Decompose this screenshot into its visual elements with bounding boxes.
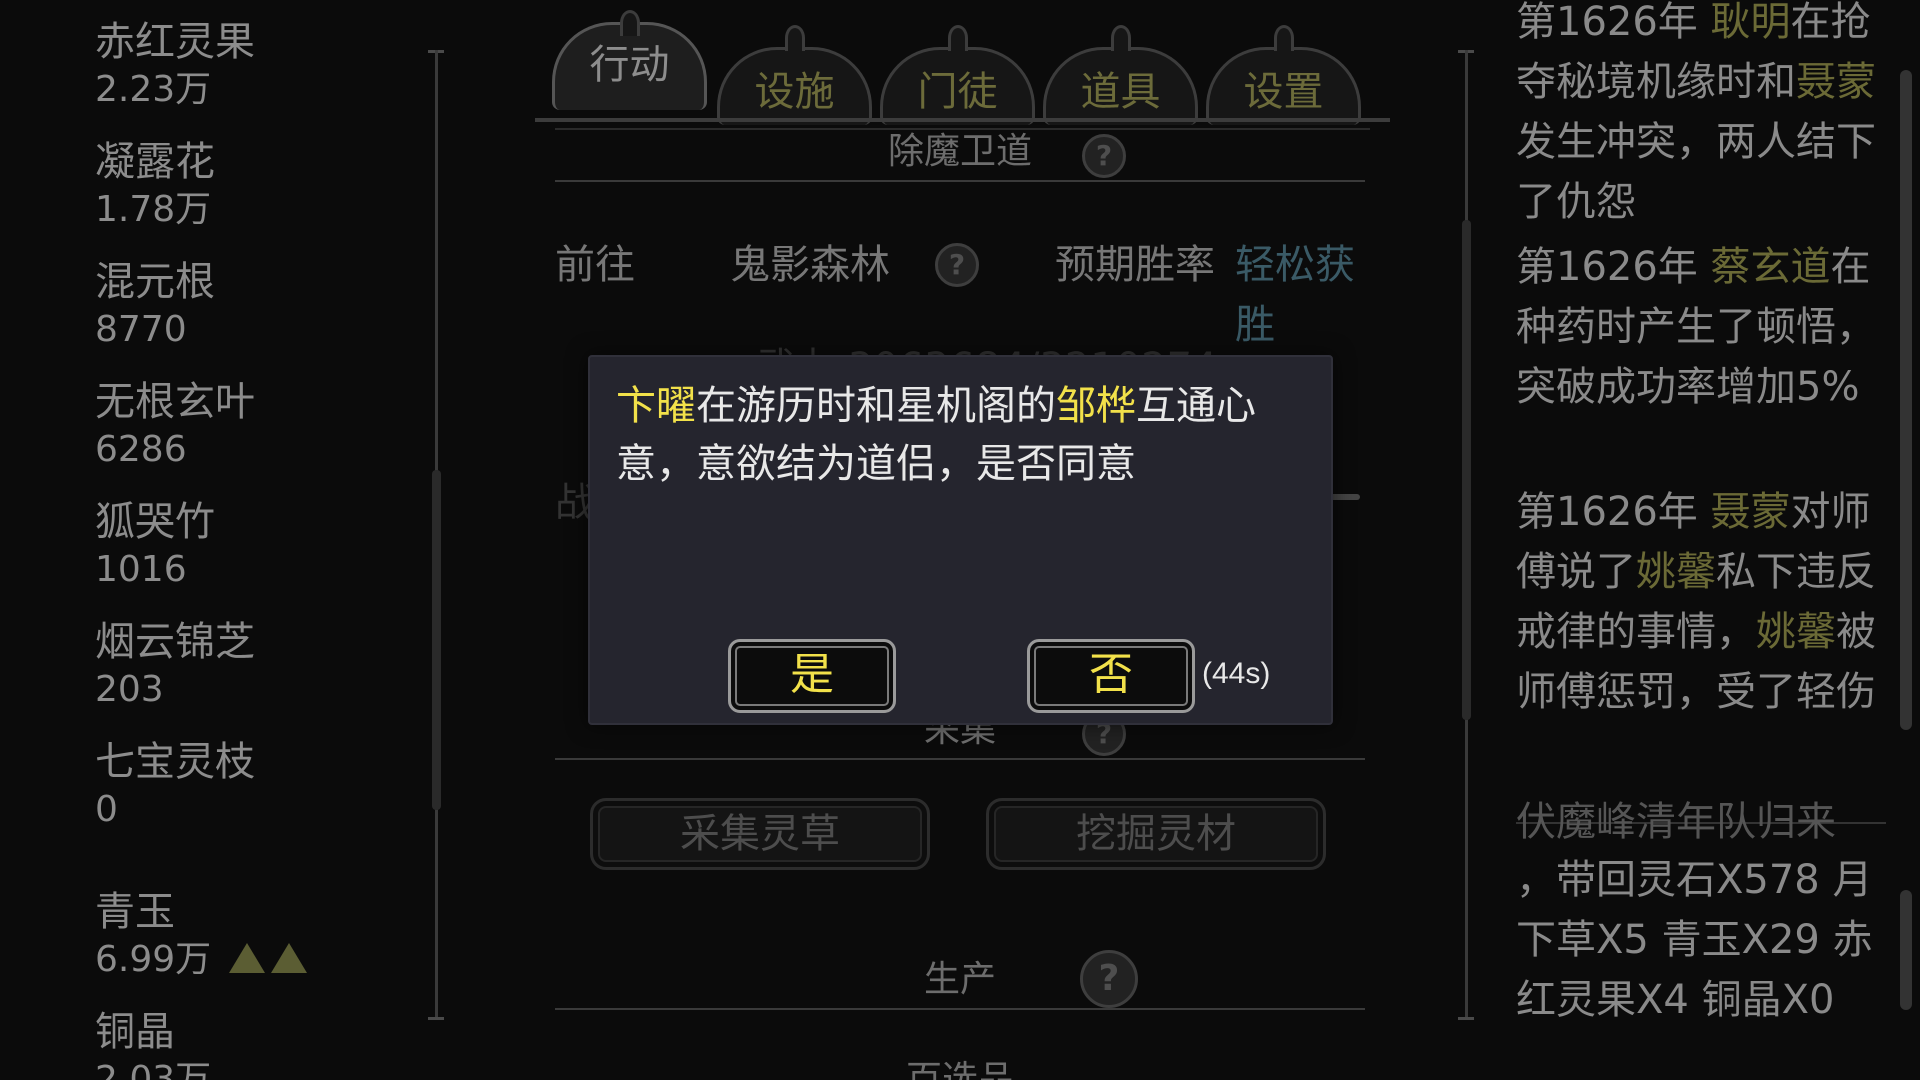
log-entry: 第1626年 耿明在抢夺秘境机缘时和聂蒙发生冲突，两人结下了仇怨 xyxy=(1516,0,1896,232)
tab-ornament xyxy=(620,10,640,36)
resource-name: 凝露花 xyxy=(95,139,215,185)
log-entry: ，带回灵石X578 月下草X5 青玉X29 赤红灵果X4 铜晶X0 xyxy=(1516,857,1873,1023)
resource-name: 七宝灵枝 xyxy=(95,739,255,785)
goto-label: 前往 xyxy=(555,242,635,288)
resource-item: 凝露花 1.78万 xyxy=(95,138,215,234)
tab-items[interactable]: 道具 xyxy=(1043,25,1198,125)
tab-label: 设施 xyxy=(754,69,835,115)
resource-value: 8770 xyxy=(95,309,187,350)
tab-label: 道具 xyxy=(1080,69,1161,115)
resource-item: 铜晶 2.03万 xyxy=(95,1008,211,1080)
section-divider xyxy=(555,1008,1365,1010)
section-divider xyxy=(555,180,1365,182)
tab-bar: 行动 设施 门徒 道具 设置 xyxy=(520,10,1400,135)
resource-name: 混元根 xyxy=(95,259,215,305)
partner-name: 邹桦 xyxy=(1056,383,1136,429)
left-scrollbar[interactable] xyxy=(428,50,444,1020)
section-title: 除魔卫道 xyxy=(887,131,1032,172)
dialog-message: 卞曜在游历时和星机阁的邹桦互通心意，意欲结为道侣，是否同意 xyxy=(616,377,1316,493)
gather-herbs-button[interactable]: 采集灵草 xyxy=(590,798,930,870)
section-title: 生产 xyxy=(923,959,996,1000)
resource-name: 赤红灵果 xyxy=(95,19,255,65)
log-text: 发生冲突，两人结下了仇怨 xyxy=(1516,119,1876,225)
resource-value: 2.03万 xyxy=(95,1059,212,1080)
log-person: 聂蒙 xyxy=(1796,59,1876,105)
log-edge-scrollbar[interactable] xyxy=(1900,70,1912,730)
resource-value: 6.99万 xyxy=(95,936,308,984)
log-year: 第1626年 xyxy=(1516,489,1711,535)
confirm-dialog: 卞曜在游历时和星机阁的邹桦互通心意，意欲结为道侣，是否同意 是 否 (44s) xyxy=(588,355,1333,725)
help-icon[interactable]: ? xyxy=(935,243,979,287)
expedition-row: 前往 鬼影森林 ? 预期胜率 轻松获胜 xyxy=(555,235,1385,348)
winrate-label: 预期胜率 xyxy=(1055,242,1215,288)
section-header-next: 百选品 xyxy=(555,1050,1365,1080)
resource-value: 2.23万 xyxy=(95,69,212,110)
log-entry-header: 伏魔峰清年队归来 xyxy=(1516,799,1836,845)
scrollbar-thumb[interactable] xyxy=(432,470,441,810)
log-person: 蔡玄道 xyxy=(1710,244,1831,290)
log-year: 第1626年 xyxy=(1516,244,1711,290)
destination-label[interactable]: 鬼影森林 xyxy=(730,235,890,295)
tab-ornament xyxy=(785,25,805,51)
help-icon[interactable]: ? xyxy=(1082,134,1126,178)
tab-disciples[interactable]: 门徒 xyxy=(880,25,1035,125)
resource-value: 1016 xyxy=(95,549,187,590)
tab-ornament xyxy=(1274,25,1294,51)
resource-value: 1.78万 xyxy=(95,189,212,230)
resource-name: 青玉 xyxy=(95,889,175,935)
tab-ornament xyxy=(948,25,968,51)
tab-settings[interactable]: 设置 xyxy=(1206,25,1361,125)
disciple-name: 卞曜 xyxy=(616,383,696,429)
winrate-value: 轻松获胜 xyxy=(1235,242,1355,348)
section-header-produce: 生产 xyxy=(555,950,1365,1010)
log-person: 耿明 xyxy=(1710,0,1791,45)
log-person: 聂蒙 xyxy=(1710,489,1791,535)
log-person: 姚馨 xyxy=(1756,609,1836,655)
resource-name: 烟云锦芝 xyxy=(95,619,255,665)
log-year: 第1626年 xyxy=(1516,0,1711,45)
countdown-timer: (44s) xyxy=(1202,657,1271,690)
tab-label: 设置 xyxy=(1243,69,1324,115)
resource-value: 0 xyxy=(95,789,118,830)
resource-item: 青玉 6.99万 xyxy=(95,888,308,984)
scrollbar-thumb[interactable] xyxy=(1462,220,1471,720)
log-scrollbar[interactable] xyxy=(1458,50,1474,1020)
tab-facilities[interactable]: 设施 xyxy=(717,25,872,125)
resource-name: 无根玄叶 xyxy=(95,379,255,425)
trend-up-icon xyxy=(229,943,266,973)
resource-item: 烟云锦芝 203 xyxy=(95,618,255,714)
log-person: 姚馨 xyxy=(1636,549,1716,595)
section-header-expel: 除魔卫道 xyxy=(555,122,1365,182)
log-edge-scrollbar[interactable] xyxy=(1900,890,1912,1010)
tab-label: 门徒 xyxy=(917,69,998,115)
log-entry: 第1626年 聂蒙对师傅说了姚馨私下违反戒律的事情，姚馨被师傅惩罚，受了轻伤 xyxy=(1516,482,1896,722)
no-button[interactable]: 否 xyxy=(1027,639,1195,713)
resource-value: 203 xyxy=(95,669,164,710)
section-divider xyxy=(555,758,1365,760)
event-log: 第1626年 耿明在抢夺秘境机缘时和聂蒙发生冲突，两人结下了仇怨 第1626年 … xyxy=(1500,0,1900,1080)
tab-action[interactable]: 行动 xyxy=(552,10,707,110)
resource-item: 赤红灵果 2.23万 xyxy=(95,18,255,114)
dig-materials-button[interactable]: 挖掘灵材 xyxy=(986,798,1326,870)
dialog-text: 在游历时和星机阁的 xyxy=(696,383,1056,429)
scrollbar-cap xyxy=(428,1017,444,1020)
resource-item: 七宝灵枝 0 xyxy=(95,738,255,834)
trend-up-icon xyxy=(271,943,308,973)
scrollbar-cap xyxy=(1458,1017,1474,1020)
resource-list: 赤红灵果 2.23万 凝露花 1.78万 混元根 8770 无根玄叶 6286 … xyxy=(0,0,440,1080)
log-entry: 第1626年 蔡玄道在种药时产生了顿悟，突破成功率增加5% xyxy=(1516,237,1896,417)
resource-value: 6286 xyxy=(95,429,187,470)
resource-name: 铜晶 xyxy=(95,1009,175,1055)
tab-label: 行动 xyxy=(589,42,670,88)
help-icon[interactable]: ? xyxy=(1080,950,1138,1008)
resource-name: 狐哭竹 xyxy=(95,499,215,545)
resource-item: 无根玄叶 6286 xyxy=(95,378,255,474)
section-title: 百选品 xyxy=(905,1059,1014,1080)
yes-button[interactable]: 是 xyxy=(728,639,896,713)
resource-item: 狐哭竹 1016 xyxy=(95,498,215,594)
tab-ornament xyxy=(1111,25,1131,51)
resource-item: 混元根 8770 xyxy=(95,258,215,354)
resource-value-text: 6.99万 xyxy=(95,939,212,980)
